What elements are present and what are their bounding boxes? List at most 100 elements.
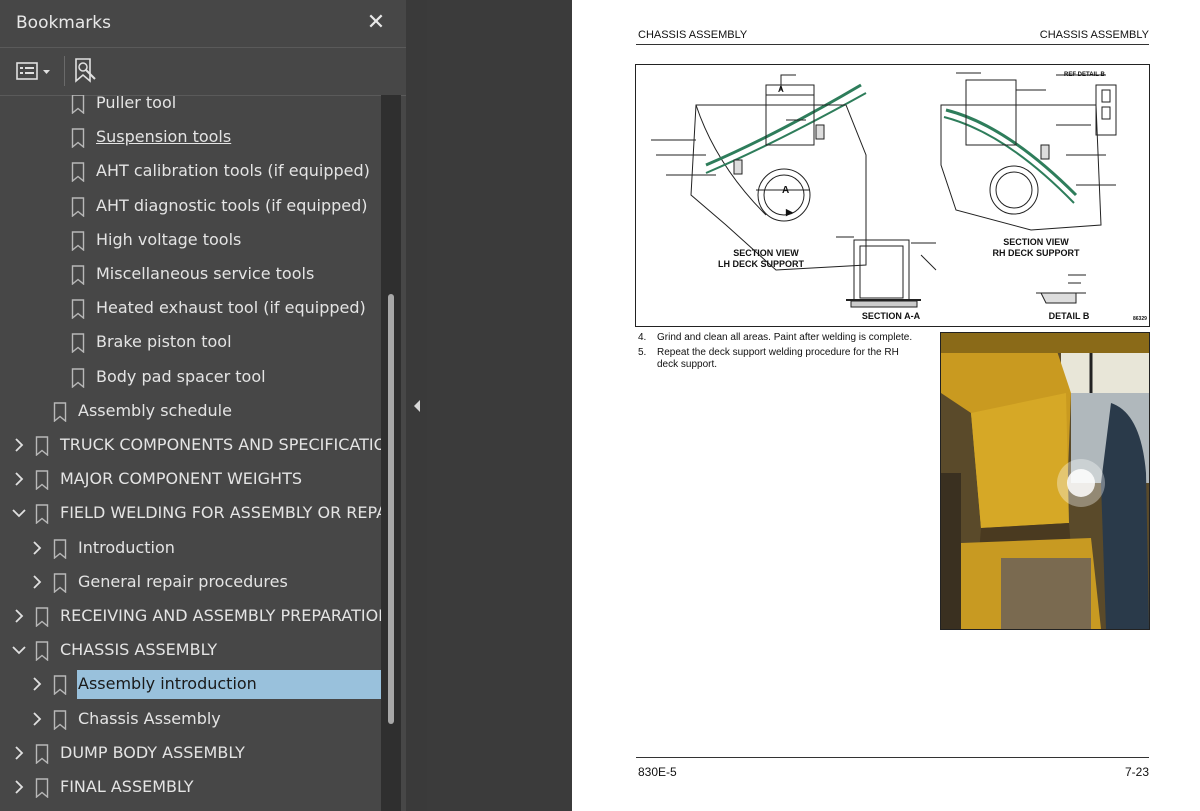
bookmark-icon: [71, 299, 85, 320]
find-bookmark-button[interactable]: [72, 57, 98, 85]
bookmark-label: MAJOR COMPONENT WEIGHTS: [60, 469, 302, 489]
step-item: 5. Repeat the deck support welding proce…: [638, 347, 913, 371]
bookmark-item[interactable]: Brake piston tool: [0, 327, 381, 357]
bookmark-item[interactable]: RECEIVING AND ASSEMBLY PREPARATION: [0, 601, 381, 631]
bookmark-item[interactable]: Heated exhaust tool (if equipped): [0, 293, 381, 323]
bookmark-label: DUMP BODY ASSEMBLY: [60, 742, 245, 762]
bookmark-item[interactable]: Assembly introduction: [0, 669, 381, 700]
bookmark-item[interactable]: AHT diagnostic tools (if equipped): [0, 191, 381, 221]
bookmark-icon: [35, 641, 49, 662]
bookmarks-toolbar: [0, 47, 406, 96]
bookmark-icon: [53, 675, 67, 696]
page-number: 7-23: [1124, 765, 1149, 779]
bookmark-label: Miscellaneous service tools: [96, 264, 315, 283]
bookmark-item[interactable]: DUMP BODY ASSEMBLY: [0, 738, 381, 768]
bookmark-icon: [71, 367, 85, 388]
collapse-panel-icon[interactable]: [413, 399, 421, 413]
bookmark-label: General repair procedures: [78, 571, 288, 591]
section-arrow-label-a-top: A: [778, 85, 784, 94]
bookmark-icon: [35, 436, 49, 456]
bookmark-item[interactable]: MAJOR COMPONENT WEIGHTS: [0, 464, 381, 494]
bookmark-item[interactable]: Puller tool: [0, 95, 381, 118]
step-text: Grind and clean all areas. Paint after w…: [657, 332, 913, 343]
welding-photo: [940, 332, 1150, 630]
chevron-right-icon[interactable]: [30, 540, 44, 556]
bookmark-tree: Puller tool Suspension tools AHT calibrati…: [0, 95, 381, 811]
bookmark-icon: [35, 778, 49, 798]
bookmark-item[interactable]: Assembly schedule: [0, 396, 381, 426]
chevron-right-icon[interactable]: [12, 608, 26, 624]
bookmark-options-button[interactable]: [15, 60, 55, 84]
bookmark-item[interactable]: General repair procedures: [0, 567, 381, 597]
page-header-right: CHASSIS ASSEMBLY: [1039, 29, 1149, 41]
rh-section-label: SECTION VIEW: [1003, 237, 1069, 247]
chevron-down-icon[interactable]: [12, 505, 26, 521]
step-number: 4.: [638, 332, 647, 343]
bookmark-item[interactable]: Body pad spacer tool: [0, 362, 381, 392]
lh-deck-label: LH DECK SUPPORT: [718, 259, 805, 269]
chevron-right-icon[interactable]: [12, 471, 26, 487]
bookmark-label: Assembly schedule: [78, 400, 232, 420]
bookmark-icon: [53, 538, 67, 559]
chevron-right-icon[interactable]: [12, 437, 26, 453]
bookmark-item[interactable]: Introduction: [0, 533, 381, 563]
bookmark-icon: [71, 162, 85, 183]
bookmark-item[interactable]: FINAL ASSEMBLY: [0, 772, 381, 802]
bookmark-label: AHT diagnostic tools (if equipped): [96, 195, 368, 215]
bookmark-icon: [71, 196, 85, 217]
bookmark-label: Body pad spacer tool: [96, 366, 266, 386]
figure-id: 86329: [1133, 316, 1147, 322]
bookmark-item[interactable]: FIELD WELDING FOR ASSEMBLY OR REPAIR: [0, 498, 381, 528]
bookmark-label: Heated exhaust tool (if equipped): [96, 298, 366, 318]
bookmark-item[interactable]: Miscellaneous service tools: [0, 259, 381, 289]
bookmark-item[interactable]: CHASSIS ASSEMBLY: [0, 635, 381, 665]
bookmark-label: AHT calibration tools (if equipped): [96, 161, 370, 181]
bookmark-icon: [71, 265, 85, 285]
bookmark-icon: [35, 504, 49, 525]
footer-rule: [636, 757, 1149, 758]
close-icon[interactable]: ✕: [366, 10, 386, 34]
bookmark-label: Suspension tools: [96, 127, 232, 147]
bookmarks-header: Bookmarks ✕: [0, 0, 406, 46]
step-number: 5.: [638, 347, 647, 358]
bookmark-item[interactable]: TRUCK COMPONENTS AND SPECIFICATIONS: [0, 430, 381, 460]
page-header-left: CHASSIS ASSEMBLY: [638, 29, 748, 41]
bookmark-icon: [53, 709, 67, 730]
bookmark-icon: [71, 333, 85, 354]
section-arrow-label-a: A: [782, 185, 789, 196]
find-bookmark-icon: [75, 58, 96, 83]
bookmark-label: High voltage tools: [96, 229, 242, 249]
bookmark-label: Brake piston tool: [96, 332, 232, 352]
document-page: CHASSIS ASSEMBLY CHASSIS ASSEMBLY ▶ A A …: [572, 0, 1200, 811]
section-aa-label: SECTION A-A: [862, 311, 921, 321]
scrollbar-thumb[interactable]: [388, 294, 394, 724]
detail-b-label: DETAIL B: [1049, 311, 1090, 321]
chevron-right-icon[interactable]: [30, 676, 44, 692]
chevron-right-icon[interactable]: [30, 574, 44, 590]
step-text: Repeat the deck support welding procedur…: [657, 347, 899, 370]
chevron-right-icon[interactable]: [30, 711, 44, 727]
bookmark-item[interactable]: Suspension tools: [0, 122, 381, 152]
procedure-steps: 4. Grind and clean all areas. Paint afte…: [638, 332, 913, 374]
chevron-down-icon[interactable]: [12, 642, 26, 658]
deck-support-diagram: ▶ A A SECTION VIEW LH DECK SUPPORT SECTI…: [651, 72, 1147, 322]
bookmark-label: Puller tool: [96, 95, 177, 112]
bookmark-label: Assembly introduction: [78, 674, 257, 694]
lh-section-label: SECTION VIEW: [733, 248, 799, 258]
bookmark-label: TRUCK COMPONENTS AND SPECIFICATIONS: [60, 435, 381, 454]
chevron-right-icon[interactable]: [12, 779, 26, 795]
bookmark-item[interactable]: Chassis Assembly: [0, 704, 381, 734]
chevron-right-icon[interactable]: [12, 745, 26, 761]
bookmark-label: FIELD WELDING FOR ASSEMBLY OR REPAIR: [60, 503, 381, 523]
bookmark-icon: [35, 744, 49, 764]
ref-detail-label: REF DETAIL B: [1064, 72, 1105, 78]
viewer-background: [427, 0, 571, 811]
bookmark-icon: [35, 470, 49, 491]
step-item: 4. Grind and clean all areas. Paint afte…: [638, 332, 913, 344]
panel-title: Bookmarks: [16, 13, 111, 33]
bookmark-label: FINAL ASSEMBLY: [60, 777, 194, 796]
bookmark-icon: [71, 95, 85, 114]
bookmark-item[interactable]: High voltage tools: [0, 225, 381, 255]
bookmark-label: RECEIVING AND ASSEMBLY PREPARATION: [60, 606, 381, 625]
bookmark-item[interactable]: AHT calibration tools (if equipped): [0, 156, 381, 186]
